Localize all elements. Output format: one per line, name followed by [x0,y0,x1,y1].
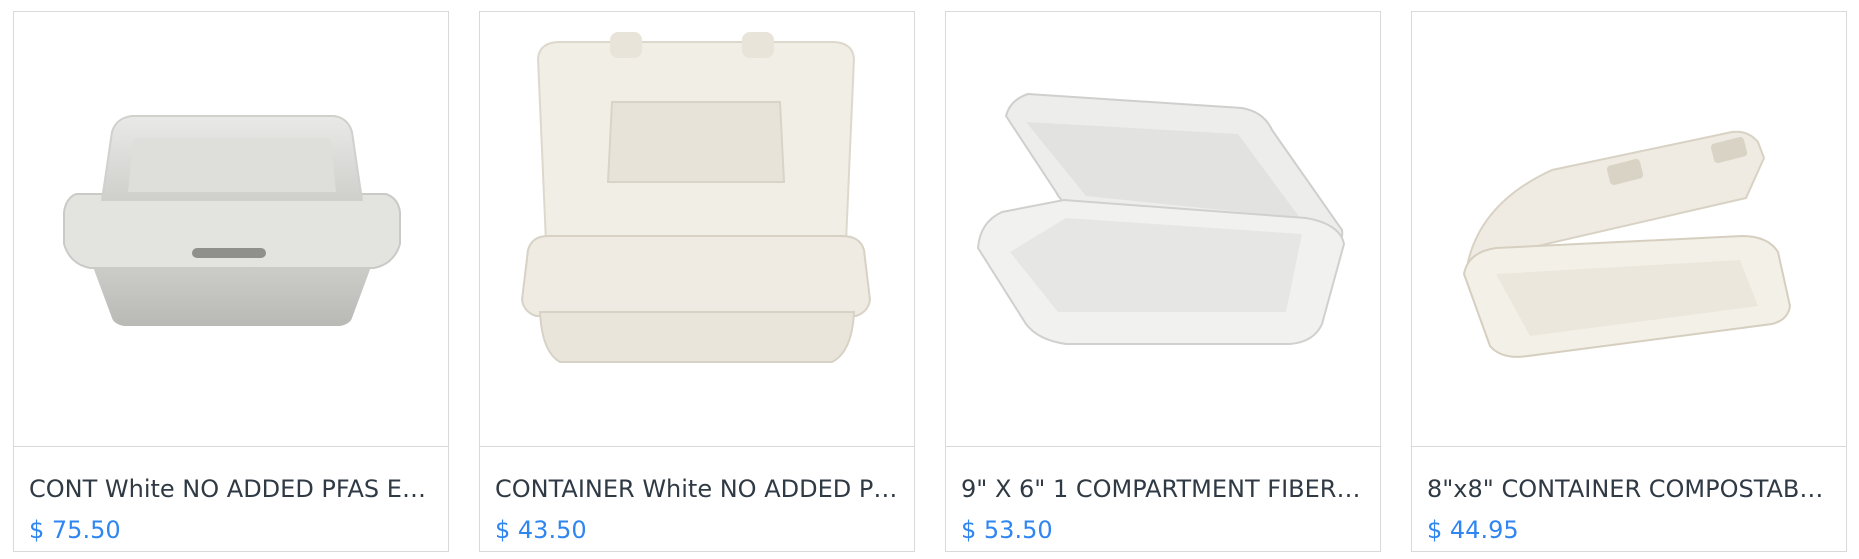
product-price: $ 75.50 [29,516,121,544]
square-container-open-icon [1462,130,1792,358]
product-price: $ 43.50 [495,516,587,544]
product-image[interactable] [14,12,448,446]
product-info: CONT White NO ADDED PFAS Eco-Friendly Hi… [14,446,448,551]
product-name[interactable]: 9" X 6" 1 COMPARTMENT FIBER CLAMSHELL CO… [961,474,1368,504]
product-name[interactable]: 8"x8" CONTAINER COMPOSTABLE HINGED [1427,474,1834,504]
product-name[interactable]: CONTAINER White NO ADDED PFAS Hinged Con… [495,474,902,504]
product-card[interactable]: CONTAINER White NO ADDED PFAS Hinged Con… [479,11,915,552]
product-price: $ 53.50 [961,516,1053,544]
product-card[interactable]: CONT White NO ADDED PFAS Eco-Friendly Hi… [13,11,449,552]
product-image[interactable] [946,12,1380,446]
clamshell-container-open-icon [976,92,1346,345]
product-info: 9" X 6" 1 COMPARTMENT FIBER CLAMSHELL CO… [946,446,1380,551]
product-card[interactable]: 9" X 6" 1 COMPARTMENT FIBER CLAMSHELL CO… [945,11,1381,552]
product-name[interactable]: CONT White NO ADDED PFAS Eco-Friendly Hi… [29,474,436,504]
product-card[interactable]: 8"x8" CONTAINER COMPOSTABLE HINGED $ 44.… [1411,11,1847,552]
product-info: CONTAINER White NO ADDED PFAS Hinged Con… [480,446,914,551]
product-price: $ 44.95 [1427,516,1519,544]
product-info: 8"x8" CONTAINER COMPOSTABLE HINGED $ 44.… [1412,446,1846,551]
hinged-container-closed-icon [63,115,401,326]
product-image[interactable] [1412,12,1846,446]
hinged-container-open-icon [520,32,872,363]
product-image[interactable] [480,12,914,446]
product-grid: CONT White NO ADDED PFAS Eco-Friendly Hi… [0,0,1859,559]
